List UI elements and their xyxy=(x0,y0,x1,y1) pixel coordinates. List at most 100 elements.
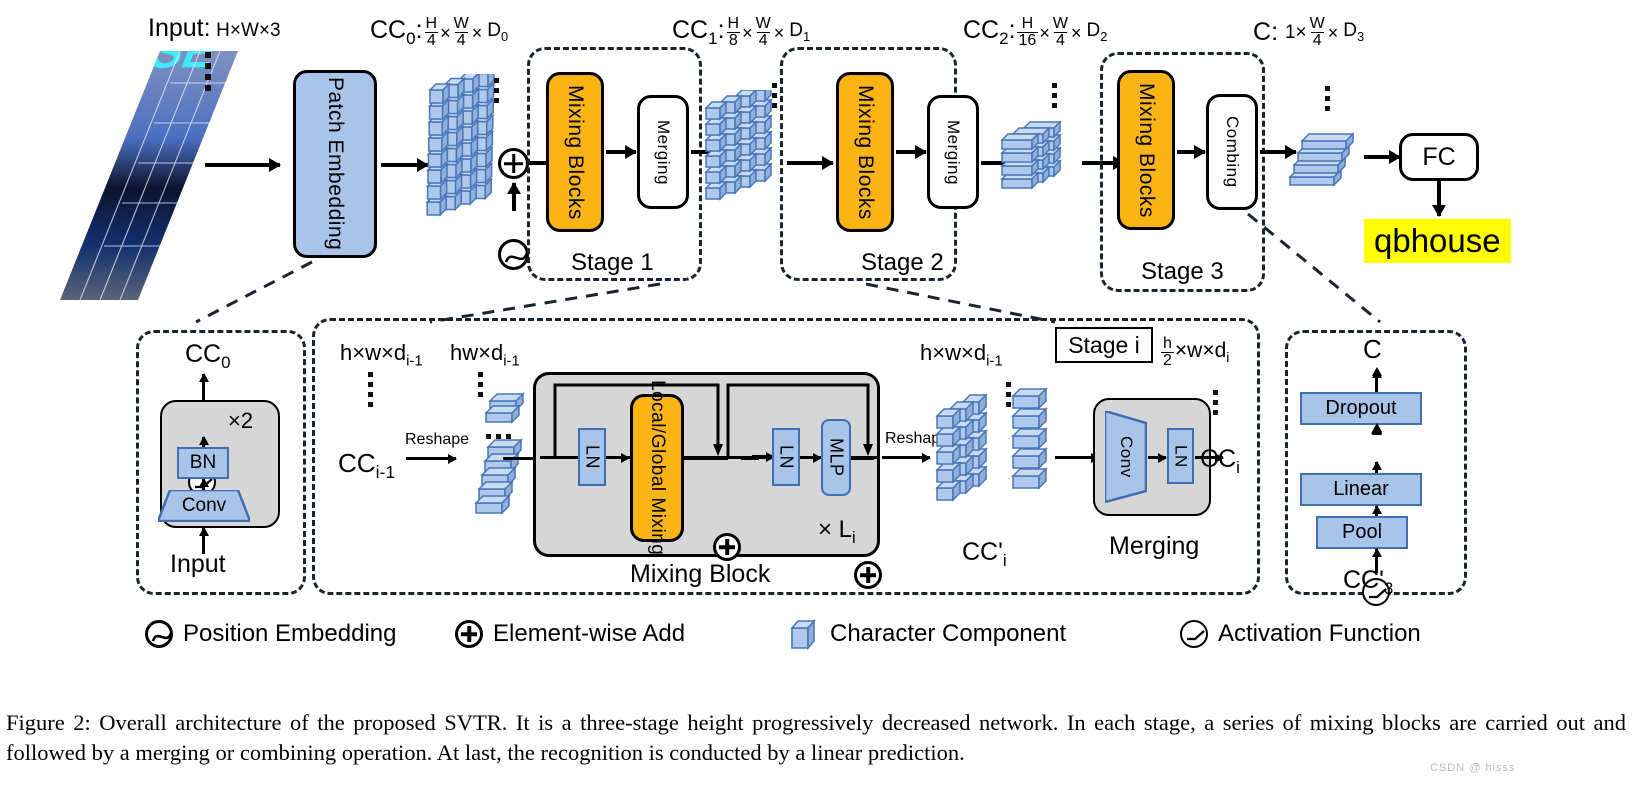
arrow-ln2-to-mlp xyxy=(801,456,821,459)
mixing-ln-1-label: LN xyxy=(582,444,603,469)
patch-embedding-label: Patch Embedding xyxy=(324,77,347,251)
pe-conv-block[interactable]: Conv xyxy=(158,490,250,522)
tensor-label-cc0: CC0: H4 × W4 × D0 xyxy=(370,16,508,49)
c-slabs xyxy=(1288,128,1366,188)
stage-2-mixing-blocks[interactable]: Mixing Blocks xyxy=(836,72,894,232)
mlp-label: MLP xyxy=(826,438,847,477)
arrow-c-to-fc xyxy=(1364,155,1400,159)
cc1-ellipsis xyxy=(772,83,777,108)
arrow-ln1-to-mixer xyxy=(607,456,629,459)
mixing-block-title: Mixing Block xyxy=(630,560,771,588)
stage-2-label: Stage 2 xyxy=(861,249,944,276)
stage-2-mixing-label: Mixing Blocks xyxy=(854,84,877,220)
pe-detail-output-label: CC0 xyxy=(185,340,231,372)
stage-detail-out-cubes xyxy=(935,385,1055,530)
stage-1-merging[interactable]: Merging xyxy=(637,95,689,209)
stage-1-mixing-label: Mixing Blocks xyxy=(564,84,587,220)
linear-block[interactable]: Linear xyxy=(1300,473,1422,506)
fc-block[interactable]: FC xyxy=(1399,133,1479,181)
stage-2-merging[interactable]: Merging xyxy=(927,95,979,209)
tensor-label-cc2-name: CC2: xyxy=(963,16,1016,48)
legend-character-component-label: Character Component xyxy=(830,620,1067,647)
times-6: × xyxy=(1070,22,1087,43)
legend-activation-function-label: Activation Function xyxy=(1218,620,1421,647)
mixing-add-2[interactable] xyxy=(854,561,882,589)
pe-detail-input-label: Input xyxy=(170,550,226,578)
fraction-w-4: W4 xyxy=(453,15,469,49)
arrow-fc-to-prediction xyxy=(1437,181,1441,216)
stage-i-badge-label: Stage i xyxy=(1068,331,1140,358)
mixing-add-1[interactable] xyxy=(713,533,741,561)
stage-detail-out-tensor: CC'i xyxy=(962,538,1007,570)
stage-3-mixing-blocks[interactable]: Mixing Blocks xyxy=(1117,70,1175,230)
tensor-label-cc0-name: CC0: xyxy=(370,16,423,48)
pool-label: Pool xyxy=(1341,521,1383,543)
local-global-mixing-label: Local/Global Mixing xyxy=(647,380,668,556)
fraction-w-4-d: W4 xyxy=(1309,15,1325,49)
position-embedding-icon xyxy=(498,239,529,270)
stage-detail-in-dims: h×w×di-1 xyxy=(340,340,423,370)
mlp-block[interactable]: MLP xyxy=(821,419,851,496)
pe-repeat-label: ×2 xyxy=(228,408,254,433)
times-3: × xyxy=(742,22,753,43)
pool-block[interactable]: Pool xyxy=(1316,516,1408,549)
stage-1-merging-label: Merging xyxy=(654,119,673,185)
times-5: × xyxy=(1039,22,1050,43)
position-embedding-icon xyxy=(145,620,173,648)
input-dims: H×W×3 xyxy=(216,20,281,41)
times-4: × xyxy=(773,22,790,43)
stage-detail-seq-dims: hw×di-1 xyxy=(450,340,520,370)
cc2-cubes xyxy=(1000,120,1085,200)
times-1: × xyxy=(440,22,451,43)
fc-label: FC xyxy=(1422,142,1456,171)
stage-1-label: Stage 1 xyxy=(571,249,654,276)
local-global-mixing-block[interactable]: Local/Global Mixing xyxy=(630,380,684,556)
stage-detail-out-dims: h×w×di-1 xyxy=(920,340,1003,370)
stage-detail-in-ellipsis xyxy=(368,372,373,407)
character-component-icon xyxy=(790,618,820,651)
merged-dims-label: h 2 ×w×di xyxy=(1160,336,1229,369)
legend-position-embedding: Position Embedding xyxy=(145,620,396,648)
arrow-conv-to-ln-merging xyxy=(1148,456,1166,459)
fraction-h-16: H 16 xyxy=(1016,15,1039,49)
stage-2-merging-label: Merging xyxy=(944,119,963,185)
dim-d1: D1 xyxy=(789,20,811,44)
dropout-block[interactable]: Dropout xyxy=(1300,392,1422,425)
arrow-stage2-mix-to-merge xyxy=(896,150,926,154)
pe-detail-arrow-to-output xyxy=(202,374,205,402)
arrow-reshape-1 xyxy=(406,457,456,460)
arrow-stage1-mix-to-merge xyxy=(606,150,636,154)
mixing-repeat-label: × Li xyxy=(818,516,856,547)
c-ellipsis xyxy=(1325,86,1330,111)
stage-3-combing[interactable]: Combing xyxy=(1206,94,1258,210)
legend-character-component: Character Component xyxy=(790,618,1067,651)
mixing-ln-1[interactable]: LN xyxy=(578,428,606,486)
arrow-patch-embedding-to-cc0 xyxy=(381,163,428,167)
input-ellipsis xyxy=(205,52,211,91)
stage-detail-in-tensor: CCi-1 xyxy=(338,448,396,483)
dropout-label: Dropout xyxy=(1325,397,1397,419)
merging-conv-block[interactable]: Conv xyxy=(1105,411,1147,503)
patch-embedding-block[interactable]: Patch Embedding xyxy=(293,70,377,258)
merged-ellipsis xyxy=(1213,390,1218,415)
element-wise-add-stage0[interactable] xyxy=(498,148,529,179)
tensor-label-cc1-name: CC1: xyxy=(672,16,725,48)
combining-input-tensor: CC'3 xyxy=(1343,566,1394,598)
stage-3-mixing-label: Mixing Blocks xyxy=(1135,82,1158,218)
merged-dims-fraction: h 2 xyxy=(1161,335,1174,369)
pe-bn-label: BN xyxy=(189,452,217,473)
arrow-act-to-dropout-2 xyxy=(1375,426,1378,432)
merging-ln-block[interactable]: LN xyxy=(1167,428,1194,484)
arrow-input-to-patch-embedding xyxy=(205,163,280,167)
merging-detail-title: Merging xyxy=(1109,532,1200,560)
mixing-ln-2[interactable]: LN xyxy=(772,428,800,486)
one-times: 1× xyxy=(1284,22,1307,43)
pe-bn-block[interactable]: BN xyxy=(177,447,229,479)
cc0-ellipsis xyxy=(494,78,499,103)
figure-caption: Figure 2: Overall architecture of the pr… xyxy=(6,710,1626,765)
line-mixer-to-add1 xyxy=(684,455,728,460)
cc2-ellipsis xyxy=(1052,83,1057,108)
merging-ln-label: LN xyxy=(1171,444,1191,468)
stage-1-mixing-blocks[interactable]: Mixing Blocks xyxy=(546,72,604,232)
prediction-output: qbhouse xyxy=(1364,219,1511,263)
